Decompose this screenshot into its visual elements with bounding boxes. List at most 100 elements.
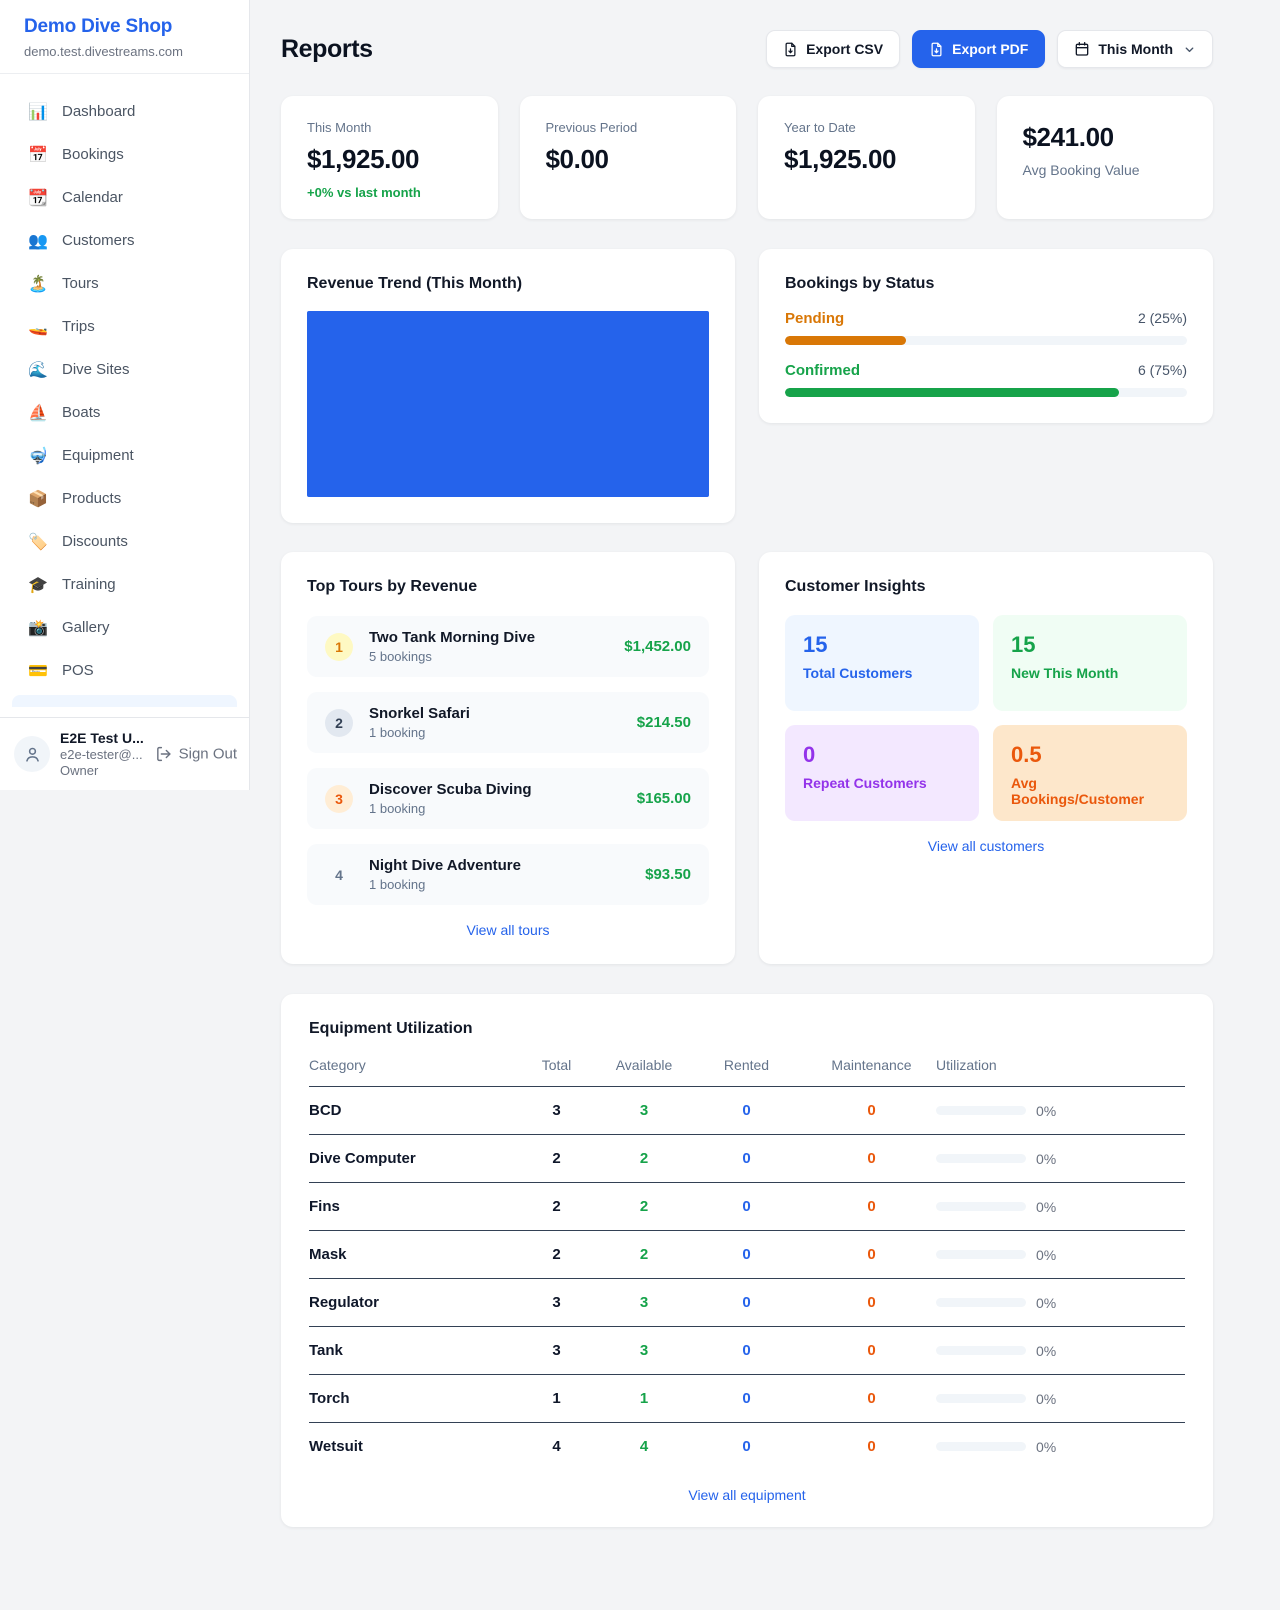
status-count: 6 (75%) [1138,362,1187,378]
utilization-percent: 0% [1036,1295,1056,1311]
sidebar-item-training[interactable]: 🎓 Training [12,563,237,606]
chevron-down-icon [1183,43,1196,56]
export-pdf-label: Export PDF [952,41,1028,57]
export-csv-button[interactable]: Export CSV [766,30,900,68]
island-icon: 🏝️ [28,274,48,294]
stat-card-value: $241.00 [1023,122,1188,153]
export-csv-label: Export CSV [806,41,883,57]
equipment-category: Mask [309,1246,509,1263]
insight-value: 15 [1011,632,1169,658]
stat-card-label: This Month [307,120,472,135]
column-header-maintenance: Maintenance [809,1057,934,1073]
sidebar: Demo Dive Shop demo.test.divestreams.com… [0,0,250,790]
label-tag-icon: 🏷️ [28,532,48,552]
utilization-percent: 0% [1036,1151,1056,1167]
sidebar-item-label: Products [62,490,121,507]
equipment-category: Dive Computer [309,1150,509,1167]
stat-card-delta: +0% vs last month [307,185,472,200]
sidebar-item-products[interactable]: 📦Products [12,477,237,520]
tour-info: Discover Scuba Diving1 booking [369,781,532,816]
view-all-customers-link[interactable]: View all customers [785,838,1187,854]
sidebar-item-label: Training [62,576,116,593]
page-title: Reports [281,35,373,64]
tour-rank-badge: 3 [325,785,353,813]
equipment-row: BCD33000% [309,1087,1185,1135]
tour-row: 3Discover Scuba Diving1 booking$165.00 [307,768,709,829]
bar-chart-icon: 📊 [28,102,48,122]
equipment-available: 3 [604,1342,684,1359]
utilization-percent: 0% [1036,1199,1056,1215]
sidebar-item-bookings[interactable]: 📅Bookings [12,133,237,176]
sidebar-user-footer: E2E Test U... e2e-tester@... Owner Sign … [0,717,249,790]
equipment-utilization-cell: 0% [934,1151,1185,1167]
tour-name: Discover Scuba Diving [369,781,532,798]
stats-row: This Month $1,925.00 +0% vs last month Prev… [281,96,1213,219]
utilization-percent: 0% [1036,1391,1056,1407]
sidebar-item-equipment[interactable]: 🤿Equipment [12,434,237,477]
sidebar-item-boats[interactable]: ⛵Boats [12,391,237,434]
equipment-maintenance: 0 [809,1294,934,1311]
stat-card-value: $1,925.00 [307,144,472,175]
revenue-trend-title: Revenue Trend (This Month) [307,275,709,293]
shop-name: Demo Dive Shop [24,16,225,38]
utilization-bar-track [936,1202,1026,1211]
speedboat-icon: 🚤 [28,317,48,337]
top-tours-title: Top Tours by Revenue [307,578,709,596]
insight-value: 15 [803,632,961,658]
sidebar-item-pos[interactable]: 💳POS [12,649,237,692]
equipment-utilization-cell: 0% [934,1391,1185,1407]
equipment-row: Mask22000% [309,1231,1185,1279]
logout-icon [155,746,172,763]
tour-name: Two Tank Morning Dive [369,629,535,646]
sidebar-item-trips[interactable]: 🚤Trips [12,305,237,348]
view-all-tours-link[interactable]: View all tours [307,922,709,938]
tour-rank-badge: 2 [325,709,353,737]
column-header-utilization: Utilization [934,1057,1185,1073]
sidebar-nav: 📊Dashboard📅Bookings📆Calendar👥Customers🏝️… [0,74,249,692]
sidebar-item-label: Dashboard [62,103,135,120]
view-all-equipment-link[interactable]: View all equipment [309,1487,1185,1503]
stat-card: $241.00 Avg Booking Value [997,96,1214,219]
equipment-available: 1 [604,1390,684,1407]
utilization-bar-track [936,1442,1026,1451]
period-dropdown[interactable]: This Month [1057,30,1213,68]
equipment-rented: 0 [684,1390,809,1407]
graduation-cap-icon: 🎓 [28,575,48,595]
sidebar-item-label: Calendar [62,189,123,206]
stat-card-label: Previous Period [546,120,711,135]
sidebar-item-discounts[interactable]: 🏷️Discounts [12,520,237,563]
equipment-total: 2 [509,1198,604,1215]
insight-label: Repeat Customers [803,775,961,791]
equipment-total: 2 [509,1150,604,1167]
equipment-utilization-cell: 0% [934,1199,1185,1215]
stat-card: Year to Date$1,925.00 [758,96,975,219]
tour-info: Night Dive Adventure1 booking [369,857,521,892]
sign-out-button[interactable]: Sign Out [155,746,237,763]
status-bar-track [785,336,1187,345]
shop-domain: demo.test.divestreams.com [24,44,225,59]
sidebar-item-tours[interactable]: 🏝️Tours [12,262,237,305]
equipment-total: 3 [509,1342,604,1359]
tour-row: 2Snorkel Safari1 booking$214.50 [307,692,709,753]
column-header-rented: Rented [684,1057,809,1073]
status-group-pending: Pending2 (25%) [785,310,1187,345]
insight-label: New This Month [1011,665,1169,681]
sidebar-item-calendar[interactable]: 📆Calendar [12,176,237,219]
sidebar-item-customers[interactable]: 👥Customers [12,219,237,262]
camera-icon: 📸 [28,618,48,638]
equipment-rented: 0 [684,1198,809,1215]
equipment-utilization-cell: 0% [934,1439,1185,1455]
sidebar-item-gallery[interactable]: 📸Gallery [12,606,237,649]
sidebar-item-label: Customers [62,232,135,249]
equipment-maintenance: 0 [809,1438,934,1455]
sidebar-item-dashboard[interactable]: 📊 Dashboard [12,90,237,133]
sidebar-item-highlight-partial[interactable] [12,695,237,707]
utilization-bar-track [936,1298,1026,1307]
period-label: This Month [1098,41,1173,57]
stat-card-label: Avg Booking Value [1023,162,1188,178]
status-label: Pending [785,310,844,327]
export-pdf-button[interactable]: Export PDF [912,30,1045,68]
equipment-category: BCD [309,1102,509,1119]
sidebar-item-dive-sites[interactable]: 🌊Dive Sites [12,348,237,391]
insight-value: 0 [803,742,961,768]
